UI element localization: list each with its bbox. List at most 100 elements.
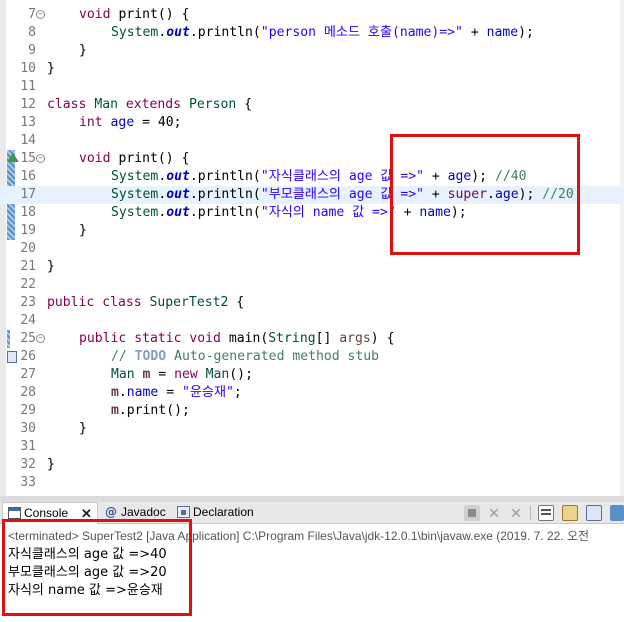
- code-text[interactable]: System.out.println("person 메소드 호출(name)=…: [111, 24, 534, 42]
- scroll-lock-icon[interactable]: [538, 505, 554, 521]
- code-text[interactable]: }: [47, 60, 55, 78]
- code-line: 30 }: [0, 420, 624, 438]
- line-number: 27: [20, 367, 36, 382]
- code-line-current: 17 System.out.println("부모클래스의 age 값 =>" …: [0, 186, 624, 204]
- code-text[interactable]: void print() {: [79, 6, 189, 24]
- code-line: 16 System.out.println("자식클래스의 age 값 =>" …: [0, 168, 624, 186]
- line-number: 17: [20, 187, 36, 202]
- remove-all-terminated-icon[interactable]: ✕: [508, 505, 524, 521]
- code-text[interactable]: m.print();: [111, 402, 190, 420]
- code-line: 23 public class SuperTest2 {: [0, 294, 624, 312]
- code-line: 15 − void print() {: [0, 150, 624, 168]
- line-number: 9: [28, 43, 36, 58]
- code-text[interactable]: public static void main(String[] args) {: [79, 330, 394, 348]
- code-text[interactable]: System.out.println("자식의 name 값 =>" + nam…: [111, 204, 467, 222]
- code-line: 29 m.print();: [0, 402, 624, 420]
- toolbar-separator: [530, 506, 531, 520]
- code-line: 31: [0, 438, 624, 456]
- line-number: 19: [20, 223, 36, 238]
- console-output-line: 자식의 name 값 =>윤승재: [8, 583, 163, 598]
- line-number: 26: [20, 349, 36, 364]
- code-text[interactable]: }: [79, 420, 87, 438]
- line-number: 24: [20, 313, 36, 328]
- javadoc-icon: @: [105, 505, 117, 519]
- display-console-icon[interactable]: [586, 505, 602, 521]
- remove-launch-icon[interactable]: ✕: [486, 505, 502, 521]
- line-number: 15: [20, 151, 36, 166]
- open-console-icon[interactable]: [610, 505, 624, 521]
- console-output-line: 자식클래스의 age 값 =>40: [8, 547, 167, 562]
- code-editor[interactable]: 7 − void print() { 8 System.out.println(…: [0, 0, 624, 496]
- code-line: 28 m.name = "윤승재";: [0, 384, 624, 402]
- line-number: 31: [20, 439, 36, 454]
- tab-javadoc[interactable]: @ Javadoc: [100, 502, 170, 524]
- tab-label: Declaration: [193, 505, 254, 519]
- tab-label: Console: [24, 506, 69, 520]
- fold-toggle-icon[interactable]: −: [36, 334, 45, 343]
- declaration-icon: [177, 506, 190, 518]
- line-number: 33: [20, 475, 36, 490]
- console-icon: [8, 507, 21, 519]
- code-line: 27 Man m = new Man();: [0, 366, 624, 384]
- line-number: 32: [20, 457, 36, 472]
- console-status: <terminated> SuperTest2 [Java Applicatio…: [8, 529, 590, 543]
- tab-console[interactable]: Console ✕: [2, 502, 98, 524]
- code-line: 26 // TODO Auto-generated method stub: [0, 348, 624, 366]
- code-text[interactable]: System.out.println("부모클래스의 age 값 =>" + s…: [111, 186, 574, 204]
- code-text[interactable]: class Man extends Person {: [47, 96, 252, 114]
- code-text[interactable]: }: [47, 258, 55, 276]
- code-line: 9 }: [0, 42, 624, 60]
- close-icon[interactable]: ✕: [81, 503, 92, 524]
- line-number: 14: [20, 133, 36, 148]
- code-line: 12 class Man extends Person {: [0, 96, 624, 114]
- pin-console-icon[interactable]: [562, 505, 578, 521]
- code-text[interactable]: System.out.println("자식클래스의 age 값 =>" + a…: [111, 168, 526, 186]
- code-line: 22: [0, 276, 624, 294]
- code-text[interactable]: public class SuperTest2 {: [47, 294, 244, 312]
- code-text[interactable]: Man m = new Man();: [111, 366, 253, 384]
- tab-declaration[interactable]: Declaration: [172, 502, 272, 524]
- terminate-icon[interactable]: [464, 505, 480, 521]
- line-number: 8: [28, 25, 36, 40]
- console-panel: Console ✕ @ Javadoc Declaration ✕ ✕ <ter…: [0, 502, 624, 622]
- line-number: 21: [20, 259, 36, 274]
- code-line: 24: [0, 312, 624, 330]
- code-text[interactable]: }: [47, 456, 55, 474]
- code-text[interactable]: m.name = "윤승재";: [111, 384, 242, 402]
- console-output-line: 부모클래스의 age 값 =>20: [8, 565, 167, 580]
- line-number: 23: [20, 295, 36, 310]
- line-number: 25: [20, 331, 36, 346]
- code-line: 11: [0, 78, 624, 96]
- code-line: 20: [0, 240, 624, 258]
- code-line: 32 }: [0, 456, 624, 474]
- line-number: 13: [20, 115, 36, 130]
- code-line: 10 }: [0, 60, 624, 78]
- line-number: 7: [28, 7, 36, 22]
- code-text[interactable]: }: [79, 42, 87, 60]
- code-line: 14: [0, 132, 624, 150]
- code-text[interactable]: void print() {: [79, 150, 189, 168]
- line-number: 10: [20, 61, 36, 76]
- line-number: 12: [20, 97, 36, 112]
- fold-toggle-icon[interactable]: −: [36, 154, 45, 163]
- line-number: 30: [20, 421, 36, 436]
- line-number: 29: [20, 403, 36, 418]
- tab-label: Javadoc: [121, 505, 166, 519]
- code-line: 19 }: [0, 222, 624, 240]
- line-number: 16: [20, 169, 36, 184]
- line-number: 28: [20, 385, 36, 400]
- line-number: 18: [20, 205, 36, 220]
- line-number: 20: [20, 241, 36, 256]
- code-line: 18 System.out.println("자식의 name 값 =>" + …: [0, 204, 624, 222]
- code-line: 33: [0, 474, 624, 492]
- fold-toggle-icon[interactable]: −: [36, 10, 45, 19]
- view-tab-bar: Console ✕ @ Javadoc Declaration ✕ ✕: [0, 502, 624, 524]
- code-text[interactable]: // TODO Auto-generated method stub: [111, 348, 379, 366]
- code-line: 8 System.out.println("person 메소드 호출(name…: [0, 24, 624, 42]
- code-text[interactable]: int age = 40;: [79, 114, 182, 132]
- code-line: 13 int age = 40;: [0, 114, 624, 132]
- code-text[interactable]: }: [79, 222, 87, 240]
- code-line: 25 − public static void main(String[] ar…: [0, 330, 624, 348]
- code-line: 7 − void print() {: [0, 6, 624, 24]
- line-number: 11: [20, 79, 36, 94]
